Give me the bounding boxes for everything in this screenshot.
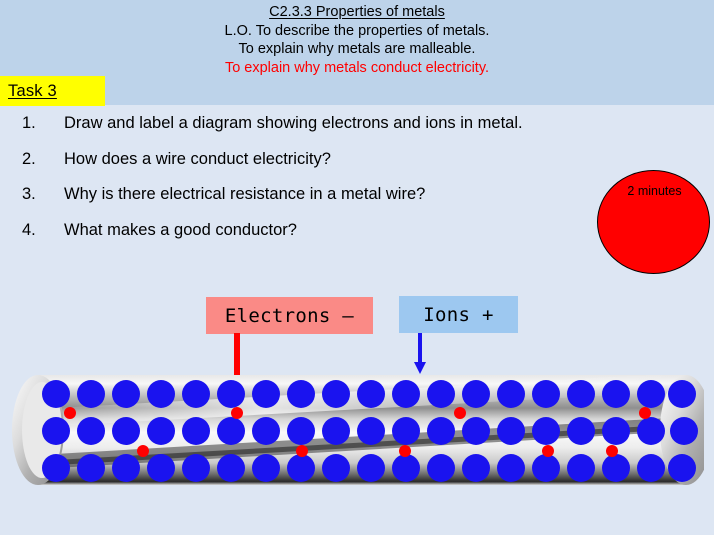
list-item-number: 1. [22,114,36,132]
electrons-label-box: Electrons – [206,297,373,334]
title-block: C2.3.3 Properties of metals L.O. To desc… [107,3,607,78]
questions-list: 1. Draw and label a diagram showing elec… [22,114,582,256]
ions-label-box: Ions + [399,296,518,333]
list-item-label: How does a wire conduct electricity? [64,149,331,168]
learning-objective-1: L.O. To describe the properties of metal… [224,22,490,39]
list-item-number: 2. [22,149,36,168]
list-item: 3. Why is there electrical resistance in… [22,185,582,204]
list-item: 2. How does a wire conduct electricity? [22,150,582,169]
learning-objective-2: To explain why metals are malleable. [238,41,476,58]
timer-label: 2 minutes [627,184,682,198]
list-item: 1. Draw and label a diagram showing elec… [22,114,582,133]
list-item: 4. What makes a good conductor? [22,221,582,240]
slide-canvas: C2.3.3 Properties of metals L.O. To desc… [0,0,714,535]
task-badge: Task 3 [0,76,105,106]
list-item-number: 4. [22,220,36,239]
list-item-label: Why is there electrical resistance in a … [64,185,426,203]
list-item-label: What makes a good conductor? [64,220,297,239]
ions-label-text: Ions + [423,303,494,326]
list-item-number: 3. [22,185,36,203]
electrons-label-text: Electrons – [224,304,355,327]
list-item-label: Draw and label a diagram showing electro… [64,114,523,132]
learning-objective-3: To explain why metals conduct electricit… [224,60,490,77]
task-badge-label: Task 3 [8,81,57,100]
ions-arrow-down-icon [414,333,426,374]
timer-circle: 2 minutes [597,170,710,274]
lesson-code-title: C2.3.3 Properties of metals [269,4,445,20]
metal-wire-diagram [12,375,704,485]
